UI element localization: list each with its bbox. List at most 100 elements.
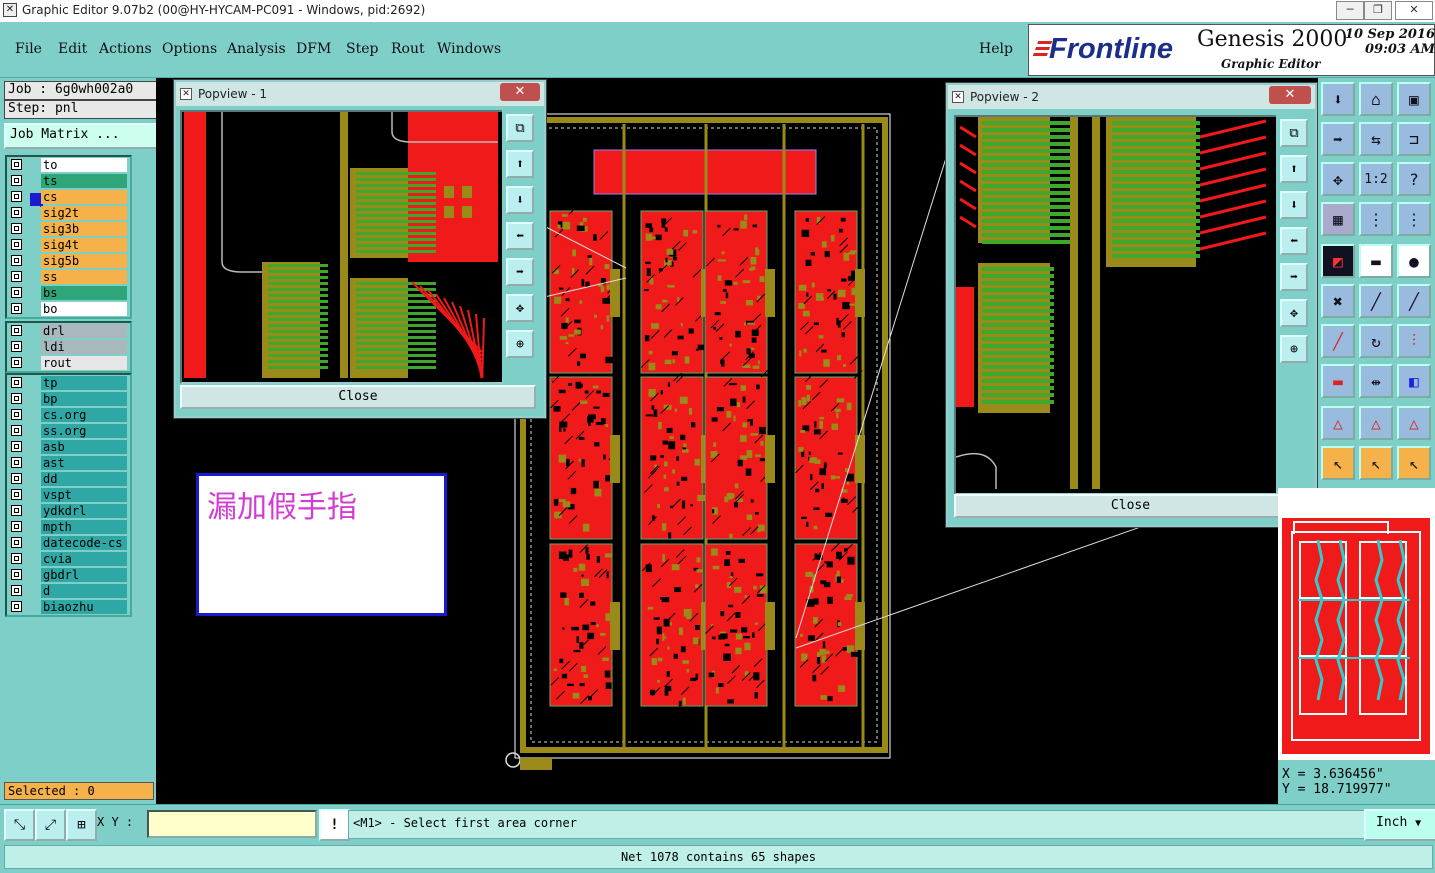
shapes-icon[interactable]: ◧ xyxy=(1397,364,1431,398)
pan-up-icon[interactable]: ⬆ xyxy=(1280,155,1308,183)
units-select[interactable]: Inch ▼ xyxy=(1364,809,1435,841)
layer-checkbox[interactable] xyxy=(11,341,22,352)
alert-icon[interactable]: ! xyxy=(319,809,350,841)
layer-checkbox[interactable] xyxy=(11,409,22,420)
scale-icon[interactable]: 1:2 xyxy=(1359,162,1393,196)
window-icon[interactable]: ▣ xyxy=(1397,82,1431,116)
layer-row[interactable]: bs xyxy=(7,285,130,301)
layer-checkbox[interactable] xyxy=(11,521,22,532)
popview-1-close-button[interactable]: Close xyxy=(180,385,536,409)
layer-row[interactable]: gbdrl xyxy=(7,567,130,583)
layer-checkbox[interactable] xyxy=(11,303,22,314)
layer-checkbox[interactable] xyxy=(11,159,22,170)
layer-name[interactable]: ss xyxy=(41,270,127,284)
layer-checkbox[interactable] xyxy=(11,489,22,500)
layer-name[interactable]: drl xyxy=(41,324,127,338)
layer-row[interactable]: dd xyxy=(7,471,130,487)
layer-checkbox[interactable] xyxy=(11,473,22,484)
layer-row[interactable]: sig5b xyxy=(7,253,130,269)
layer-row[interactable]: cs.org xyxy=(7,407,130,423)
layer-name[interactable]: ydkdrl xyxy=(41,504,127,518)
zoom-diag-icon[interactable]: ⤢ xyxy=(35,809,66,841)
draw-line-icon[interactable]: ╱ xyxy=(1321,324,1355,358)
layer-checkbox[interactable] xyxy=(11,569,22,580)
layer-row[interactable]: ldi xyxy=(7,339,130,355)
select-net-icon[interactable]: ↖ xyxy=(1397,446,1431,480)
highlight-icon[interactable]: ◩ xyxy=(1321,244,1355,278)
layer-row[interactable]: datecode-cs xyxy=(7,535,130,551)
layer-name[interactable]: ldi xyxy=(41,340,127,354)
layer-name[interactable]: cs.org xyxy=(41,408,127,422)
layer-checkbox[interactable] xyxy=(11,601,22,612)
layer-checkbox[interactable] xyxy=(11,377,22,388)
menu-edit[interactable]: Edit xyxy=(58,41,87,57)
layer-row[interactable]: d xyxy=(7,583,130,599)
zoom-window-icon[interactable]: ⧉ xyxy=(506,114,534,142)
menu-step[interactable]: Step xyxy=(346,41,378,57)
layer-name[interactable]: mpth xyxy=(41,520,127,534)
layer-checkbox[interactable] xyxy=(11,585,22,596)
pad-icon[interactable]: ● xyxy=(1397,244,1431,278)
line-icon[interactable]: ╱ xyxy=(1359,284,1393,318)
select-area-icon[interactable]: ↖ xyxy=(1359,446,1393,480)
layer-row[interactable]: drl xyxy=(7,323,130,339)
grid-icon[interactable]: ▦ xyxy=(1321,202,1355,236)
layer-checkbox[interactable] xyxy=(11,191,22,202)
layer-row[interactable]: sig4t xyxy=(7,237,130,253)
menu-options[interactable]: Options xyxy=(162,41,217,57)
menu-windows[interactable]: Windows xyxy=(437,41,501,57)
layer-row[interactable]: mpth xyxy=(7,519,130,535)
layer-name[interactable]: sig2t xyxy=(41,206,127,220)
layers-icon[interactable]: ⋮ xyxy=(1359,202,1393,236)
popview-2-close-button[interactable]: Close xyxy=(954,494,1307,518)
layer-name[interactable]: ts xyxy=(41,174,127,188)
layer-checkbox[interactable] xyxy=(11,553,22,564)
layer-checkbox[interactable] xyxy=(11,207,22,218)
layer-name[interactable]: gbdrl xyxy=(41,568,127,582)
layer-row[interactable]: biaozhu xyxy=(7,599,130,615)
layer-name[interactable]: sig5b xyxy=(41,254,127,268)
move-icon[interactable]: ➡ xyxy=(1321,122,1355,156)
route-up-icon[interactable]: △ xyxy=(1321,406,1355,440)
snap-grid-icon[interactable]: ⊞ xyxy=(66,809,97,841)
menu-analysis[interactable]: Analysis xyxy=(227,41,286,57)
zoom-center-icon[interactable]: ✥ xyxy=(1321,162,1355,196)
layer-name[interactable]: tp xyxy=(41,376,127,390)
zoom-in-icon[interactable]: ✥ xyxy=(1280,299,1308,327)
menu-dfm[interactable]: DFM xyxy=(296,41,331,57)
layers-alt-icon[interactable]: ⋮ xyxy=(1397,202,1431,236)
layer-checkbox[interactable] xyxy=(11,441,22,452)
pan-left-icon[interactable]: ⬅ xyxy=(506,222,534,250)
xy-input[interactable] xyxy=(147,810,317,838)
zoom-in-icon[interactable]: ✥ xyxy=(506,294,534,322)
line-alt-icon[interactable]: ╱ xyxy=(1397,284,1431,318)
pan-down-icon[interactable]: ⬇ xyxy=(506,186,534,214)
save-icon[interactable]: ⬇ xyxy=(1321,82,1355,116)
layer-row[interactable]: ts xyxy=(7,173,130,189)
layer-name[interactable]: datecode-cs xyxy=(41,536,127,550)
zoom-out-icon[interactable]: ⤡ xyxy=(4,809,35,841)
layer-row[interactable]: cs xyxy=(7,189,130,210)
layer-checkbox[interactable] xyxy=(11,175,22,186)
layer-checkbox[interactable] xyxy=(11,425,22,436)
layer-row[interactable]: asb xyxy=(7,439,130,455)
layer-checkbox[interactable] xyxy=(11,457,22,468)
layer-row[interactable]: rout xyxy=(7,355,130,371)
layer-name[interactable]: cs xyxy=(41,190,127,204)
layer-checkbox[interactable] xyxy=(11,537,22,548)
layer-name[interactable]: bp xyxy=(41,392,127,406)
route-up-alt-icon[interactable]: △ xyxy=(1359,406,1393,440)
layer-row[interactable]: vspt xyxy=(7,487,130,503)
snap-icon[interactable]: ⊐ xyxy=(1397,122,1431,156)
pan-down-icon[interactable]: ⬇ xyxy=(1280,191,1308,219)
layer-row[interactable]: sig2t xyxy=(7,205,130,221)
pan-up-icon[interactable]: ⬆ xyxy=(506,150,534,178)
layer-name[interactable]: asb xyxy=(41,440,127,454)
popview-2-close-x[interactable]: ✕ xyxy=(1269,86,1311,104)
layer-name[interactable]: sig3b xyxy=(41,222,127,236)
layer-checkbox[interactable] xyxy=(11,223,22,234)
layer-row[interactable]: to xyxy=(7,157,130,173)
mini-map[interactable] xyxy=(1278,488,1435,760)
swap-icon[interactable]: ⇆ xyxy=(1359,122,1393,156)
arc-icon[interactable]: ↻ xyxy=(1359,324,1393,358)
